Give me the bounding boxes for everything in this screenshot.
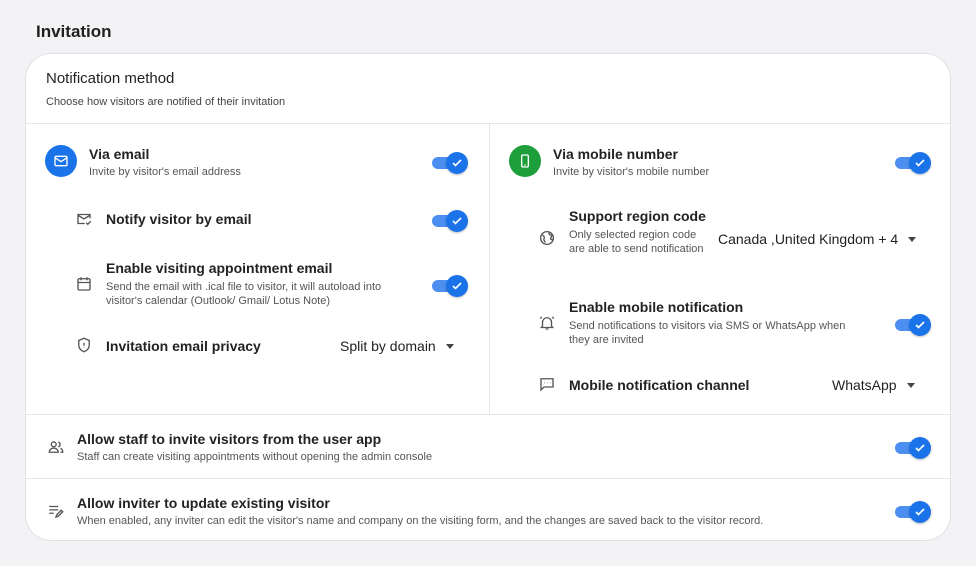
appointment-email-label: Enable visiting appointment email <box>106 260 333 276</box>
section-divider <box>26 414 950 415</box>
mobile-notification-toggle[interactable] <box>895 313 931 337</box>
region-code-desc: Only selected region code are able to se… <box>569 229 704 255</box>
via-mobile-title: Via mobile number <box>553 146 678 162</box>
via-email-desc: Invite by visitor's email address <box>89 166 241 178</box>
via-email-toggle[interactable] <box>432 151 468 175</box>
inviter-update-toggle[interactable] <box>895 500 931 524</box>
chevron-down-icon <box>908 236 917 242</box>
inviter-update-desc: When enabled, any inviter can edit the v… <box>77 515 764 527</box>
region-code-value: Canada ,United Kingdom + 4 <box>718 231 899 247</box>
column-divider <box>489 124 490 415</box>
notification-channel-value: WhatsApp <box>832 377 897 393</box>
appointment-email-toggle[interactable] <box>432 274 468 298</box>
email-privacy-label: Invitation email privacy <box>106 338 261 354</box>
inviter-update-title: Allow inviter to update existing visitor <box>77 495 330 511</box>
staff-invite-title: Allow staff to invite visitors from the … <box>77 431 382 447</box>
chat-icon <box>538 375 556 393</box>
via-email-title: Via email <box>89 146 150 162</box>
mail-icon <box>45 145 77 177</box>
mail-check-icon <box>75 210 93 228</box>
notify-visitor-label: Notify visitor by email <box>106 211 252 227</box>
notification-channel-label: Mobile notification channel <box>569 377 750 393</box>
email-privacy-value: Split by domain <box>340 338 436 354</box>
region-code-select[interactable]: Canada ,United Kingdom + 4 <box>718 231 917 247</box>
bell-icon <box>538 314 556 332</box>
notification-channel-select[interactable]: WhatsApp <box>832 377 915 393</box>
shield-icon <box>75 336 93 354</box>
card-title: Notification method <box>46 70 175 87</box>
staff-invite-desc: Staff can create visiting appointments w… <box>77 451 433 463</box>
globe-icon <box>538 229 556 247</box>
region-code-label: Support region code <box>569 208 706 224</box>
calendar-icon <box>75 275 93 293</box>
page-title: Invitation <box>36 22 112 41</box>
card-subtitle: Choose how visitors are notified of thei… <box>46 96 286 108</box>
staff-invite-toggle[interactable] <box>895 436 931 460</box>
people-icon <box>47 438 65 456</box>
chevron-down-icon <box>445 343 454 349</box>
mobile-notification-desc: Send notifications to visitors via SMS o… <box>569 320 846 346</box>
phone-icon <box>509 145 541 177</box>
notification-method-card: Notification method Choose how visitors … <box>25 53 951 541</box>
via-mobile-toggle[interactable] <box>895 151 931 175</box>
edit-list-icon <box>47 502 65 520</box>
appointment-email-desc: Send the email with .ical file to visito… <box>106 281 382 307</box>
mobile-notification-label: Enable mobile notification <box>569 299 744 315</box>
card-header: Notification method Choose how visitors … <box>26 54 950 124</box>
section-divider <box>26 478 950 479</box>
email-privacy-select[interactable]: Split by domain <box>340 338 454 354</box>
notify-visitor-toggle[interactable] <box>432 209 468 233</box>
via-mobile-desc: Invite by visitor's mobile number <box>553 166 710 178</box>
chevron-down-icon <box>906 382 915 388</box>
